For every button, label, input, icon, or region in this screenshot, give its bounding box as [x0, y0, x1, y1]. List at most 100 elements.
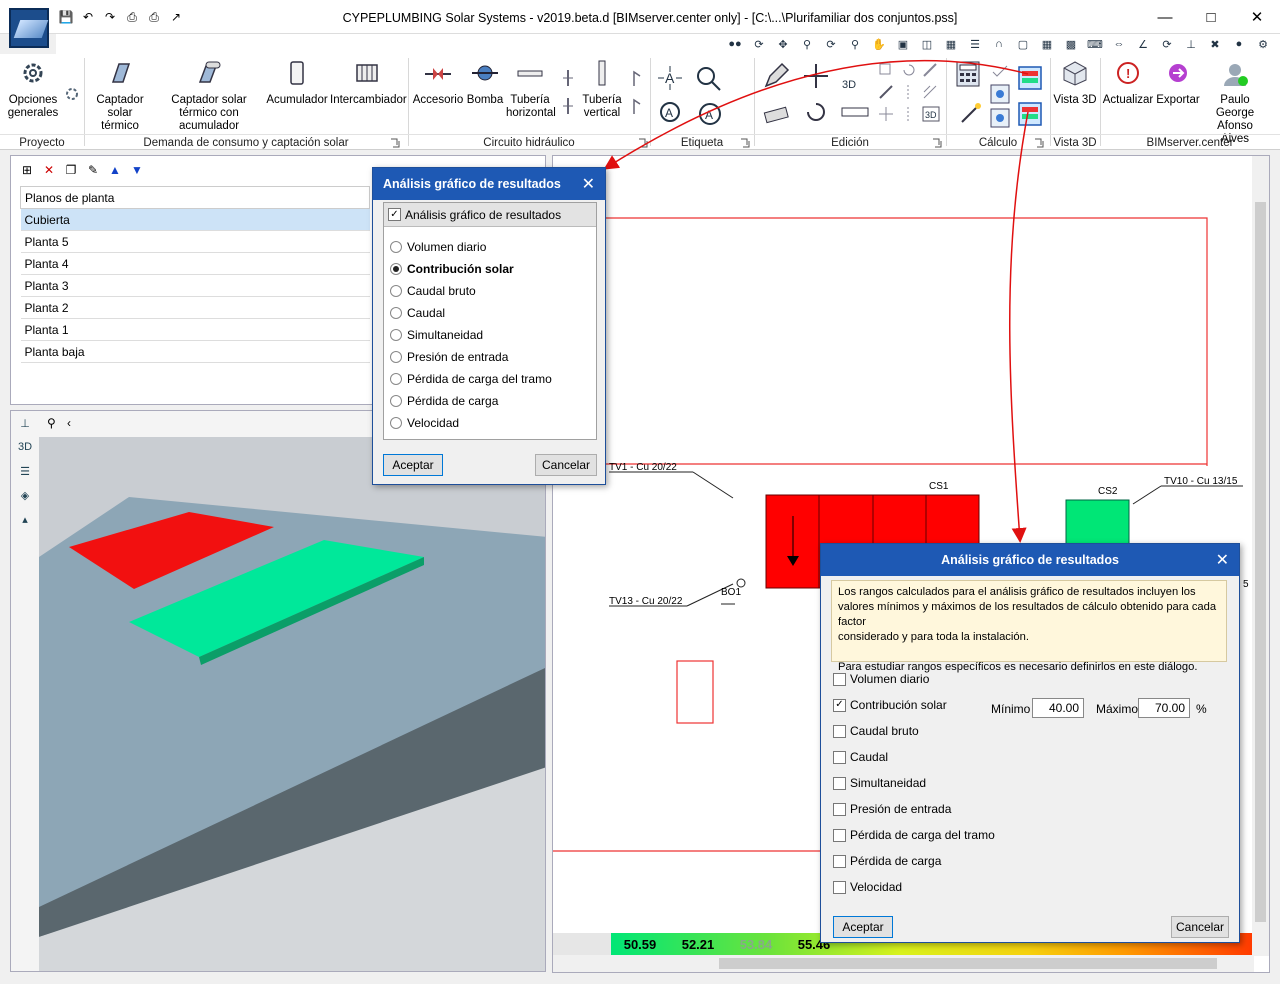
graphic-analysis-range-button[interactable]	[1018, 102, 1042, 126]
view3d-panel[interactable]: ⚲ ‹ ⊥ 3D ☰ ◈ ▴	[10, 410, 546, 972]
close-button[interactable]: ✕	[1234, 0, 1280, 34]
results-view-icon[interactable]	[990, 84, 1010, 104]
calculator-icon[interactable]	[954, 60, 982, 88]
grid-icon[interactable]: ▦	[1038, 36, 1056, 52]
floor-item[interactable]: Planta 5	[20, 230, 370, 253]
measure-icon[interactable]: ⇔	[1110, 36, 1128, 52]
maximize-button[interactable]: □	[1188, 0, 1234, 34]
check-small-icon[interactable]	[990, 62, 1010, 82]
layers-icon[interactable]: ☰	[15, 465, 35, 483]
results-view-2-icon[interactable]	[990, 108, 1010, 128]
checkbox-perdida-tramo[interactable]	[833, 828, 846, 842]
add-floor-icon[interactable]: ⊞	[19, 162, 35, 178]
pipe-arrow-icon[interactable]	[628, 68, 648, 88]
user-account-button[interactable]: Paulo George Afonso Alves	[1202, 56, 1268, 146]
bomba-button[interactable]: Bomba	[466, 56, 504, 107]
pipe-arrow-2-icon[interactable]	[628, 96, 648, 116]
floor-item[interactable]: Planta 1	[20, 318, 370, 341]
actualizar-button[interactable]: ! Actualizar	[1102, 56, 1154, 107]
redo-icon[interactable]: ↷	[102, 9, 118, 25]
snap-icon[interactable]: ▩	[1062, 36, 1080, 52]
checkbox-caudal-bruto[interactable]	[833, 724, 846, 738]
view3d-small-icon[interactable]: 3D	[840, 70, 870, 94]
checkbox-perdida-carga[interactable]	[833, 854, 846, 868]
maximum-input[interactable]: 70.00	[1138, 698, 1190, 718]
accept-button[interactable]: Aceptar	[383, 454, 443, 476]
cancel-button[interactable]: Cancelar	[1171, 916, 1229, 938]
checkbox-presion-entrada[interactable]	[833, 802, 846, 816]
checkbox-velocidad[interactable]	[833, 880, 846, 894]
pan-icon[interactable]: ✥	[774, 36, 792, 52]
checkbox-simultaneidad[interactable]	[833, 776, 846, 790]
layers-icon[interactable]: ☰	[966, 36, 984, 52]
vista3d-button[interactable]: Vista 3D	[1052, 56, 1098, 107]
print-icon[interactable]: ⎙	[124, 9, 140, 25]
label-circle-icon[interactable]: A	[694, 98, 726, 130]
measure-tool-icon[interactable]	[840, 100, 870, 124]
edit-floor-icon[interactable]: ✎	[85, 162, 101, 178]
hand-icon[interactable]: ✋	[870, 36, 888, 52]
radio-simultaneidad[interactable]	[390, 329, 402, 341]
captador-acumulador-button[interactable]: Captador solar térmico con acumulador	[154, 56, 264, 133]
rotate-icon[interactable]: ⟳	[750, 36, 768, 52]
pencil-icon[interactable]	[762, 62, 790, 90]
floor-item[interactable]: Planta 4	[20, 252, 370, 275]
radio-caudal[interactable]	[390, 307, 402, 319]
export-icon[interactable]: ↗	[168, 9, 184, 25]
cancel-button[interactable]: Cancelar	[535, 454, 597, 476]
align-icon[interactable]	[900, 106, 916, 122]
chevron-left-icon[interactable]: ‹	[67, 416, 71, 430]
radio-velocidad[interactable]	[390, 417, 402, 429]
tools-icon[interactable]: ✖	[1206, 36, 1224, 52]
paint-icon[interactable]	[878, 84, 894, 100]
square-icon[interactable]: ▢	[1014, 36, 1032, 52]
small-gear-icon[interactable]	[62, 84, 82, 104]
window-icon[interactable]: ◫	[918, 36, 936, 52]
floor-item[interactable]: Planta 2	[20, 296, 370, 319]
axes-icon[interactable]: ⊥	[15, 417, 35, 435]
explode-icon[interactable]	[878, 106, 894, 122]
globe-icon[interactable]: ●	[1230, 36, 1248, 52]
checkbox-contribucion-solar[interactable]: ✓	[833, 698, 846, 712]
chevron-up-icon[interactable]: ▴	[15, 513, 35, 531]
undo-small-icon[interactable]	[900, 62, 916, 78]
pipe-small-2-icon[interactable]	[558, 96, 578, 116]
checkbox-caudal[interactable]	[833, 750, 846, 764]
floor-item[interactable]: Planta 3	[20, 274, 370, 297]
checkbox-volumen-diario[interactable]	[833, 672, 846, 686]
floor-item[interactable]: Planta baja	[20, 340, 370, 363]
label-move-icon[interactable]: A	[656, 64, 684, 92]
captador-solar-button[interactable]: Captador solar térmico	[88, 56, 152, 133]
view3d-scene[interactable]	[39, 437, 546, 972]
keyboard-icon[interactable]: ⌨	[1086, 36, 1104, 52]
move-down-icon[interactable]: ▼	[129, 162, 145, 178]
graphic-analysis-button[interactable]	[1018, 66, 1042, 90]
refresh-icon[interactable]: ⟳	[822, 36, 840, 52]
binoculars-icon[interactable]: ●●	[726, 36, 744, 52]
acumulador-button[interactable]: Acumulador	[266, 56, 328, 107]
copy-floor-icon[interactable]: ❐	[63, 162, 79, 178]
accept-button[interactable]: Aceptar	[833, 916, 893, 938]
view3d-icon[interactable]: 3D	[15, 441, 35, 459]
radio-volumen-diario[interactable]	[390, 241, 402, 253]
opciones-generales-button[interactable]: Opciones generales	[4, 56, 62, 120]
close-icon[interactable]: ✕	[1216, 550, 1229, 570]
save-icon[interactable]: 💾	[58, 9, 74, 25]
rotate-icon[interactable]	[802, 98, 830, 126]
tuberia-horizontal-button[interactable]: Tubería horizontal	[506, 56, 556, 120]
settings-icon[interactable]: ⚙	[1254, 36, 1272, 52]
minimum-input[interactable]: 40.00	[1032, 698, 1084, 718]
brush-icon[interactable]	[922, 62, 938, 78]
mirror-icon[interactable]	[900, 84, 916, 100]
label-search-icon[interactable]	[694, 62, 726, 94]
orbit-icon[interactable]: ⟳	[1158, 36, 1176, 52]
zoom-icon[interactable]: ⚲	[846, 36, 864, 52]
minimize-button[interactable]: —	[1142, 0, 1188, 34]
intercambiador-button[interactable]: Intercambiador	[330, 56, 407, 107]
array-icon[interactable]	[922, 84, 938, 100]
radio-caudal-bruto[interactable]	[390, 285, 402, 297]
accesorio-button[interactable]: Accesorio	[410, 56, 466, 107]
pipe-small-icon[interactable]	[558, 68, 578, 88]
undo-icon[interactable]: ↶	[80, 9, 96, 25]
dxf-icon[interactable]: ▦	[942, 36, 960, 52]
